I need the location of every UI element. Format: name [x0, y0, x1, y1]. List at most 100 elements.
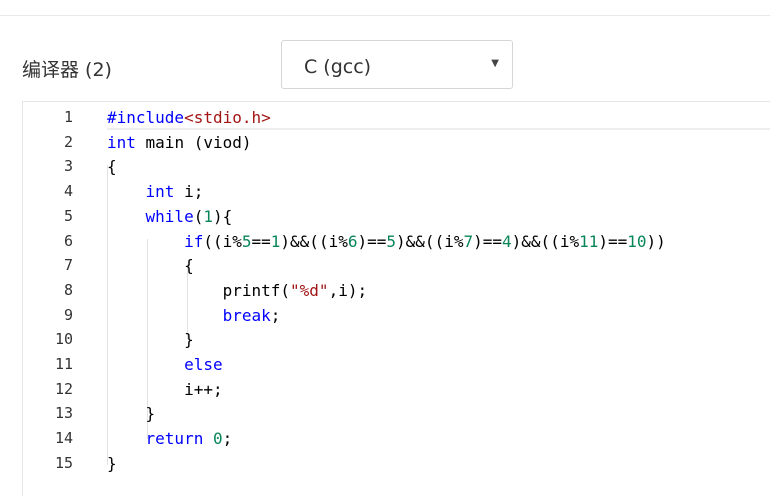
line-number: 12 [54, 379, 73, 398]
code-token: )&&((i% [396, 231, 464, 251]
code-text: } [107, 401, 156, 426]
code-token: 5 [241, 231, 252, 251]
line-number: 13 [54, 404, 73, 423]
line-number: 9 [63, 305, 73, 324]
code-token: 5 [386, 231, 397, 251]
code-token: 4 [502, 231, 512, 251]
line-number: 15 [54, 453, 73, 472]
code-line[interactable]: 3{ [23, 154, 770, 179]
code-token: )== [473, 231, 503, 251]
code-token: )) [646, 231, 666, 251]
code-text: return 0; [107, 426, 233, 451]
code-line[interactable]: 13 } [23, 401, 770, 426]
code-token: return [145, 429, 204, 449]
code-token: } [107, 453, 117, 473]
code-token: i++; [107, 379, 223, 399]
compiler-select-value: C (gcc) [304, 56, 372, 78]
code-line[interactable]: 11 else [23, 352, 770, 377]
code-token: printf( [107, 280, 291, 300]
code-text: while(1){ [107, 204, 233, 229]
code-token: main (viod) [135, 132, 252, 152]
code-line[interactable]: 6 if((i%5==1)&&((i%6)==5)&&((i%7)==4)&&(… [23, 229, 770, 254]
code-text: i++; [107, 377, 223, 402]
code-line[interactable]: 12 i++; [23, 377, 770, 402]
line-number: 10 [54, 330, 73, 349]
code-token: break [222, 305, 271, 325]
line-number: 14 [54, 429, 73, 448]
code-token: )== [598, 231, 628, 251]
code-line[interactable]: 4 int i; [23, 179, 770, 204]
line-number: 6 [63, 231, 73, 250]
code-token: i; [174, 182, 204, 202]
code-token: 7 [463, 231, 474, 251]
code-text: else [107, 352, 223, 377]
code-token: int [107, 132, 136, 152]
compiler-select[interactable]: C (gcc) ▼ [281, 40, 513, 89]
line-number: 7 [63, 256, 73, 275]
code-line[interactable]: 14 return 0; [23, 426, 770, 451]
code-token: while [145, 206, 194, 226]
line-number: 11 [54, 355, 73, 373]
code-line[interactable]: 15} [23, 451, 770, 476]
code-token: } [145, 404, 156, 424]
code-text: break; [107, 303, 281, 328]
code-line[interactable]: 2 int main (viod) [23, 130, 770, 155]
code-token: ; [270, 305, 281, 325]
code-line[interactable]: 8 printf("%d",i); [23, 278, 770, 303]
code-line[interactable]: 9 break; [23, 303, 770, 328]
code-line[interactable]: 7 { [23, 253, 770, 278]
code-text: { [107, 253, 194, 278]
line-number: 2 [63, 132, 73, 151]
code-token: 1 [203, 206, 213, 226]
line-number: 4 [63, 182, 73, 201]
code-text: if((i%5==1)&&((i%6)==5)&&((i%7)==4)&&((i… [107, 229, 666, 254]
code-token: ((i% [203, 231, 242, 251]
code-token: )&&((i% [280, 231, 348, 251]
chevron-down-icon: ▼ [491, 58, 499, 69]
code-token: { [184, 256, 194, 276]
compiler-label: 编译器 (2) [22, 59, 112, 81]
code-line[interactable]: 1 #include<stdio.h> [23, 105, 770, 130]
code-line[interactable]: 10 } [23, 327, 770, 352]
code-token: )&&((i% [511, 231, 580, 251]
code-token: #include [107, 108, 185, 127]
code-text: int main (viod) [107, 130, 252, 155]
code-text: printf("%d",i); [107, 278, 368, 303]
code-text: int i; [107, 179, 204, 204]
code-token: 10 [627, 231, 647, 251]
code-token: int [145, 182, 175, 202]
code-editor[interactable]: 1 #include<stdio.h> 2 int main (viod) 3{4 in… [22, 101, 770, 496]
code-token: ,i); [328, 280, 368, 300]
code-token: ( [193, 206, 204, 226]
code-token: )== [357, 231, 387, 251]
code-text: #include<stdio.h> [107, 105, 271, 130]
line-number: 1 [63, 108, 73, 126]
code-token: 11 [579, 231, 599, 251]
code-token: { [107, 157, 117, 177]
line-number: 8 [63, 280, 73, 299]
code-line[interactable]: 5 while(1){ [23, 204, 770, 229]
top-divider [0, 15, 770, 16]
code-token: "%d" [290, 280, 329, 300]
line-number: 3 [63, 157, 73, 176]
code-token: ){ [212, 206, 233, 226]
code-token: else [184, 355, 223, 374]
code-text: { [107, 154, 117, 179]
code-token: == [251, 231, 271, 251]
code-token: } [184, 330, 194, 350]
code-token: 1 [270, 231, 281, 251]
code-text: } [107, 451, 117, 476]
line-number: 5 [63, 206, 73, 225]
code-token: 0 [212, 429, 223, 449]
code-token: <stdio.h> [184, 108, 271, 127]
